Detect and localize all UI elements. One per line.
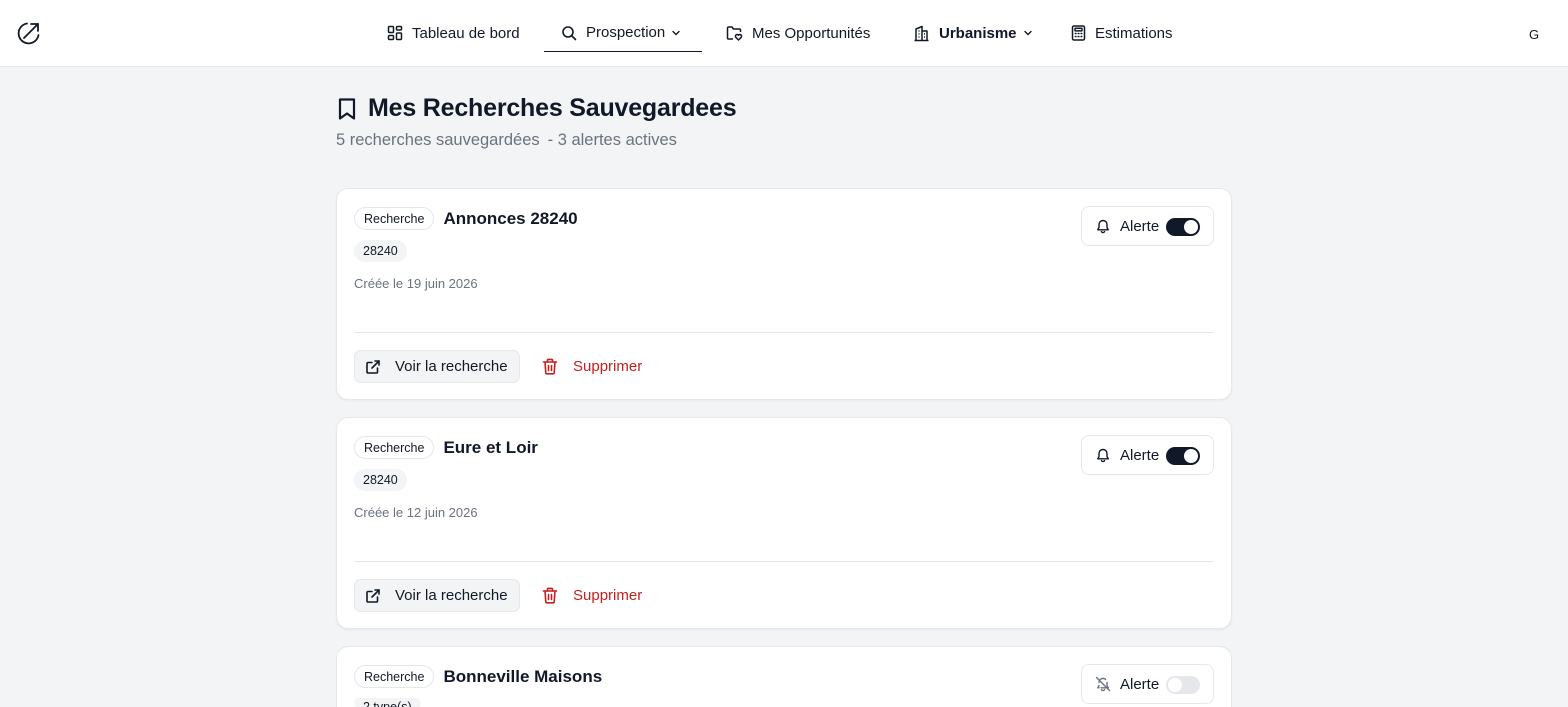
alert-label: Alerte [1120, 675, 1160, 693]
building-icon [914, 25, 929, 41]
active-alerts-count: - 3 alertes actives [547, 131, 677, 149]
card-header: Recherche Annonces 28240 [354, 207, 578, 230]
saved-count: 5 recherches sauvegardées [336, 131, 540, 149]
trash-icon [542, 587, 558, 604]
saved-search-card: Recherche Annonces 28240 28240 Créée le … [336, 188, 1232, 400]
alert-toggle[interactable] [1166, 218, 1200, 236]
chevron-down-icon [1023, 30, 1032, 36]
nav-item-label: Urbanisme [939, 24, 1017, 42]
page-title: Mes Recherches Sauvegardees [368, 94, 737, 122]
alert-toggle[interactable] [1166, 447, 1200, 465]
card-divider [354, 332, 1214, 333]
nav-item-label: Estimations [1095, 24, 1173, 42]
bookmark-icon [338, 97, 356, 120]
nav-item-opportunities[interactable]: Mes Opportunités [726, 14, 870, 52]
nav-item-estimations[interactable]: Estimations [1071, 14, 1173, 52]
alert-toggle[interactable] [1166, 676, 1200, 694]
card-divider [354, 561, 1214, 562]
view-search-button[interactable]: Voir la recherche [354, 350, 520, 383]
nav-item-dashboard[interactable]: Tableau de bord [387, 14, 520, 52]
external-link-icon [366, 588, 380, 603]
delete-label: Supprimer [573, 358, 643, 375]
dashboard-icon [387, 25, 403, 41]
chevron-down-icon [672, 30, 680, 35]
type-badge: Recherche [354, 436, 435, 459]
alert-toggle-group[interactable]: Alerte [1081, 435, 1214, 475]
created-date: Créée le 19 juin 2026 [354, 276, 478, 291]
criteria-chip: 28240 [354, 469, 407, 491]
main-nav: Tableau de bord Prospection Mes Opportun… [0, 0, 1568, 67]
calculator-icon [1071, 25, 1086, 41]
saved-search-card: Recherche Eure et Loir 28240 Créée le 12… [336, 417, 1232, 629]
saved-search-card: Recherche Bonneville Maisons 2 type(s) A… [336, 646, 1232, 707]
folder-heart-icon [726, 26, 743, 41]
search-name: Bonneville Maisons [443, 666, 603, 686]
title-row: Mes Recherches Sauvegardees [336, 94, 737, 123]
page-subtitle: 5 recherches sauvegardées - 3 alertes act… [336, 131, 736, 150]
nav-item-label: Tableau de bord [412, 24, 520, 42]
type-badge: Recherche [354, 665, 435, 688]
alert-label: Alerte [1120, 446, 1160, 464]
delete-button[interactable]: Supprimer [542, 350, 642, 383]
view-search-button[interactable]: Voir la recherche [354, 579, 520, 612]
bell-off-icon [1095, 676, 1111, 692]
view-search-label: Voir la recherche [395, 358, 508, 375]
view-search-label: Voir la recherche [395, 587, 508, 604]
search-name: Eure et Loir [443, 437, 538, 457]
search-icon [562, 25, 577, 40]
nav-item-label: Mes Opportunités [752, 24, 871, 42]
user-avatar[interactable]: G [1522, 22, 1546, 46]
top-navbar: Tableau de bord Prospection Mes Opportun… [0, 0, 1568, 67]
page-header: Mes Recherches Sauvegardees 5 recherches… [336, 94, 737, 150]
delete-label: Supprimer [573, 587, 643, 604]
external-link-icon [366, 359, 380, 374]
alert-toggle-group[interactable]: Alerte [1081, 664, 1214, 704]
trash-icon [542, 358, 558, 375]
alert-label: Alerte [1120, 217, 1160, 235]
bell-icon [1097, 448, 1109, 463]
nav-item-prospection[interactable]: Prospection [544, 14, 702, 52]
criteria-chip: 2 type(s) [354, 698, 421, 707]
created-date: Créée le 12 juin 2026 [354, 505, 478, 520]
card-header: Recherche Bonneville Maisons [354, 665, 602, 688]
search-name: Annonces 28240 [443, 208, 578, 228]
nav-item-urbanisme[interactable]: Urbanisme [913, 14, 1033, 52]
type-badge: Recherche [354, 207, 435, 230]
delete-button[interactable]: Supprimer [542, 579, 642, 612]
bell-icon [1097, 219, 1109, 234]
alert-toggle-group[interactable]: Alerte [1081, 206, 1214, 246]
nav-item-label: Prospection [586, 24, 666, 41]
card-header: Recherche Eure et Loir [354, 436, 538, 459]
criteria-chip: 28240 [354, 240, 407, 262]
